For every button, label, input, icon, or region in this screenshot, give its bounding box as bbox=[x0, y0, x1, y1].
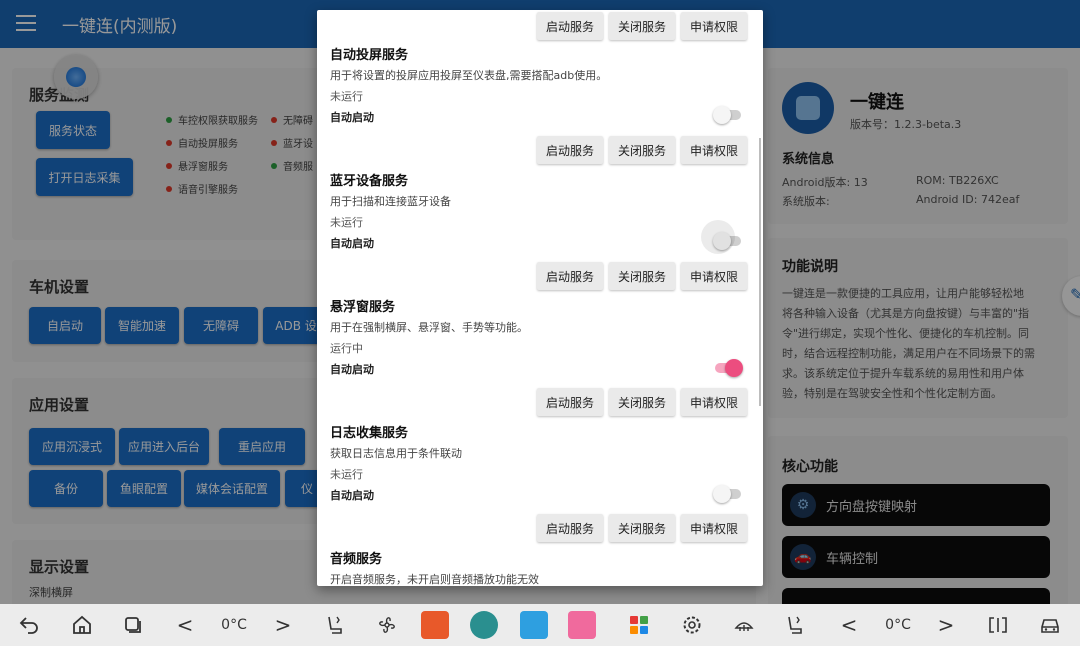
service-desc: 获取日志信息用于条件联动 bbox=[330, 447, 462, 460]
home-icon[interactable] bbox=[70, 612, 94, 638]
service-actions: 启动服务 关闭服务 申请权限 bbox=[537, 136, 747, 164]
auto-start-toggle[interactable] bbox=[701, 220, 741, 254]
defrost-icon[interactable] bbox=[732, 612, 756, 638]
start-service-button[interactable]: 启动服务 bbox=[537, 12, 603, 40]
auto-start-label: 自动启动 bbox=[330, 111, 374, 124]
request-permission-button[interactable]: 申请权限 bbox=[681, 12, 747, 40]
service-status: 未运行 bbox=[330, 216, 363, 229]
service-desc: 用于在强制横屏、悬浮窗、手势等功能。 bbox=[330, 321, 528, 334]
dialog-scrollbar[interactable] bbox=[759, 138, 761, 406]
service-name: 日志收集服务 bbox=[330, 426, 409, 441]
stop-service-button[interactable]: 关闭服务 bbox=[609, 388, 675, 416]
service-name: 蓝牙设备服务 bbox=[330, 174, 409, 189]
dashboard-app-icon[interactable] bbox=[520, 611, 548, 639]
request-permission-button[interactable]: 申请权限 bbox=[681, 514, 747, 542]
seat-heat-right-icon[interactable] bbox=[784, 612, 808, 638]
start-service-button[interactable]: 启动服务 bbox=[537, 514, 603, 542]
back-icon[interactable] bbox=[16, 612, 42, 638]
start-service-button[interactable]: 启动服务 bbox=[537, 388, 603, 416]
auto-start-label: 自动启动 bbox=[330, 363, 374, 376]
auto-start-label: 自动启动 bbox=[330, 237, 374, 250]
stop-service-button[interactable]: 关闭服务 bbox=[609, 262, 675, 290]
app-grid-icon[interactable] bbox=[626, 612, 652, 638]
request-permission-button[interactable]: 申请权限 bbox=[681, 136, 747, 164]
auto-start-label: 自动启动 bbox=[330, 489, 374, 502]
toggle-knob bbox=[701, 220, 735, 254]
service-status: 未运行 bbox=[330, 468, 363, 481]
lolo-app-icon[interactable] bbox=[568, 611, 596, 639]
remote-app-icon[interactable] bbox=[421, 611, 449, 639]
onekey-app-icon[interactable] bbox=[470, 611, 498, 639]
car-status-icon[interactable] bbox=[1038, 612, 1062, 638]
service-name: 悬浮窗服务 bbox=[330, 300, 396, 315]
service-name: 自动投屏服务 bbox=[330, 48, 409, 63]
toggle-knob bbox=[713, 485, 731, 503]
auto-start-toggle[interactable] bbox=[715, 359, 743, 377]
service-actions: 启动服务 关闭服务 申请权限 bbox=[537, 514, 747, 542]
service-desc: 用于将设置的投屏应用投屏至仪表盘,需要搭配adb使用。 bbox=[330, 69, 608, 82]
recents-icon[interactable] bbox=[122, 612, 144, 638]
temp-decrease-left[interactable]: < bbox=[176, 612, 194, 638]
system-nav-bar: < 0°C > < 0°C > bbox=[0, 604, 1080, 646]
temp-increase-right[interactable]: > bbox=[937, 612, 955, 638]
seat-heat-icon[interactable] bbox=[324, 612, 348, 638]
temperature-left: 0°C bbox=[221, 617, 247, 633]
service-desc: 用于扫描和连接蓝牙设备 bbox=[330, 195, 451, 208]
auto-start-toggle[interactable] bbox=[713, 485, 741, 503]
stop-service-button[interactable]: 关闭服务 bbox=[609, 12, 675, 40]
service-desc: 开启音频服务，未开启则音频播放功能无效 bbox=[330, 573, 539, 586]
toggle-knob bbox=[725, 359, 743, 377]
toggle-knob bbox=[713, 106, 731, 124]
service-actions: 启动服务 关闭服务 申请权限 bbox=[537, 12, 747, 40]
service-actions: 启动服务 关闭服务 申请权限 bbox=[537, 262, 747, 290]
toggle-ripple bbox=[701, 220, 735, 254]
stop-service-button[interactable]: 关闭服务 bbox=[609, 514, 675, 542]
service-status: 未运行 bbox=[330, 90, 363, 103]
service-status: 运行中 bbox=[330, 342, 363, 355]
start-service-button[interactable]: 启动服务 bbox=[537, 262, 603, 290]
auto-start-toggle[interactable] bbox=[713, 106, 741, 124]
request-permission-button[interactable]: 申请权限 bbox=[681, 388, 747, 416]
temp-decrease-right[interactable]: < bbox=[840, 612, 858, 638]
temperature-right: 0°C bbox=[885, 617, 911, 633]
service-name: 音频服务 bbox=[330, 552, 383, 567]
service-actions: 启动服务 关闭服务 申请权限 bbox=[537, 388, 747, 416]
stop-service-button[interactable]: 关闭服务 bbox=[609, 136, 675, 164]
settings-gear-icon[interactable] bbox=[680, 612, 704, 638]
start-service-button[interactable]: 启动服务 bbox=[537, 136, 603, 164]
services-dialog: 启动服务 关闭服务 申请权限 自动投屏服务 用于将设置的投屏应用投屏至仪表盘,需… bbox=[317, 10, 763, 586]
split-screen-icon[interactable] bbox=[986, 612, 1010, 638]
temp-increase-left[interactable]: > bbox=[274, 612, 292, 638]
fan-icon[interactable] bbox=[375, 612, 399, 638]
request-permission-button[interactable]: 申请权限 bbox=[681, 262, 747, 290]
